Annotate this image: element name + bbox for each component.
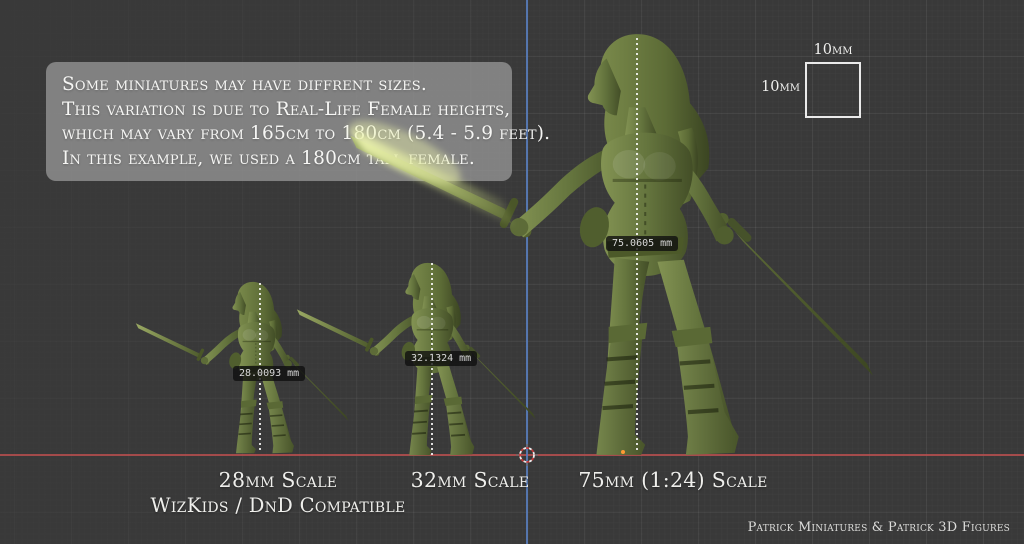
scale-title: 75mm (1:24) Scale (578, 468, 767, 492)
scale-label-75mm: 75mm (1:24) Scale (578, 468, 767, 492)
measurement-label-28mm: 28.0093 mm (233, 366, 305, 381)
scale-title: 28mm Scale (151, 468, 406, 492)
reference-square-10mm (805, 62, 861, 118)
reference-square-top-label: 10mm (814, 42, 853, 58)
blender-3d-viewport[interactable]: Some miniatures may have diffrent sizes.… (0, 0, 1024, 544)
credit-text: Patrick Miniatures & Patrick 3D Figures (748, 520, 1010, 535)
object-origin-dot (621, 450, 625, 454)
scale-label-28mm: 28mm Scale WizKids / DnD Compatible (151, 468, 406, 517)
measurement-label-32mm: 32.1324 mm (405, 351, 477, 366)
measurement-label-75mm: 75.0605 mm (606, 236, 678, 251)
scale-title: 32mm Scale (411, 468, 530, 492)
scale-subtitle: WizKids / DnD Compatible (151, 494, 406, 517)
reference-square-left-label: 10mm (758, 79, 800, 95)
scale-label-32mm: 32mm Scale (411, 468, 530, 492)
